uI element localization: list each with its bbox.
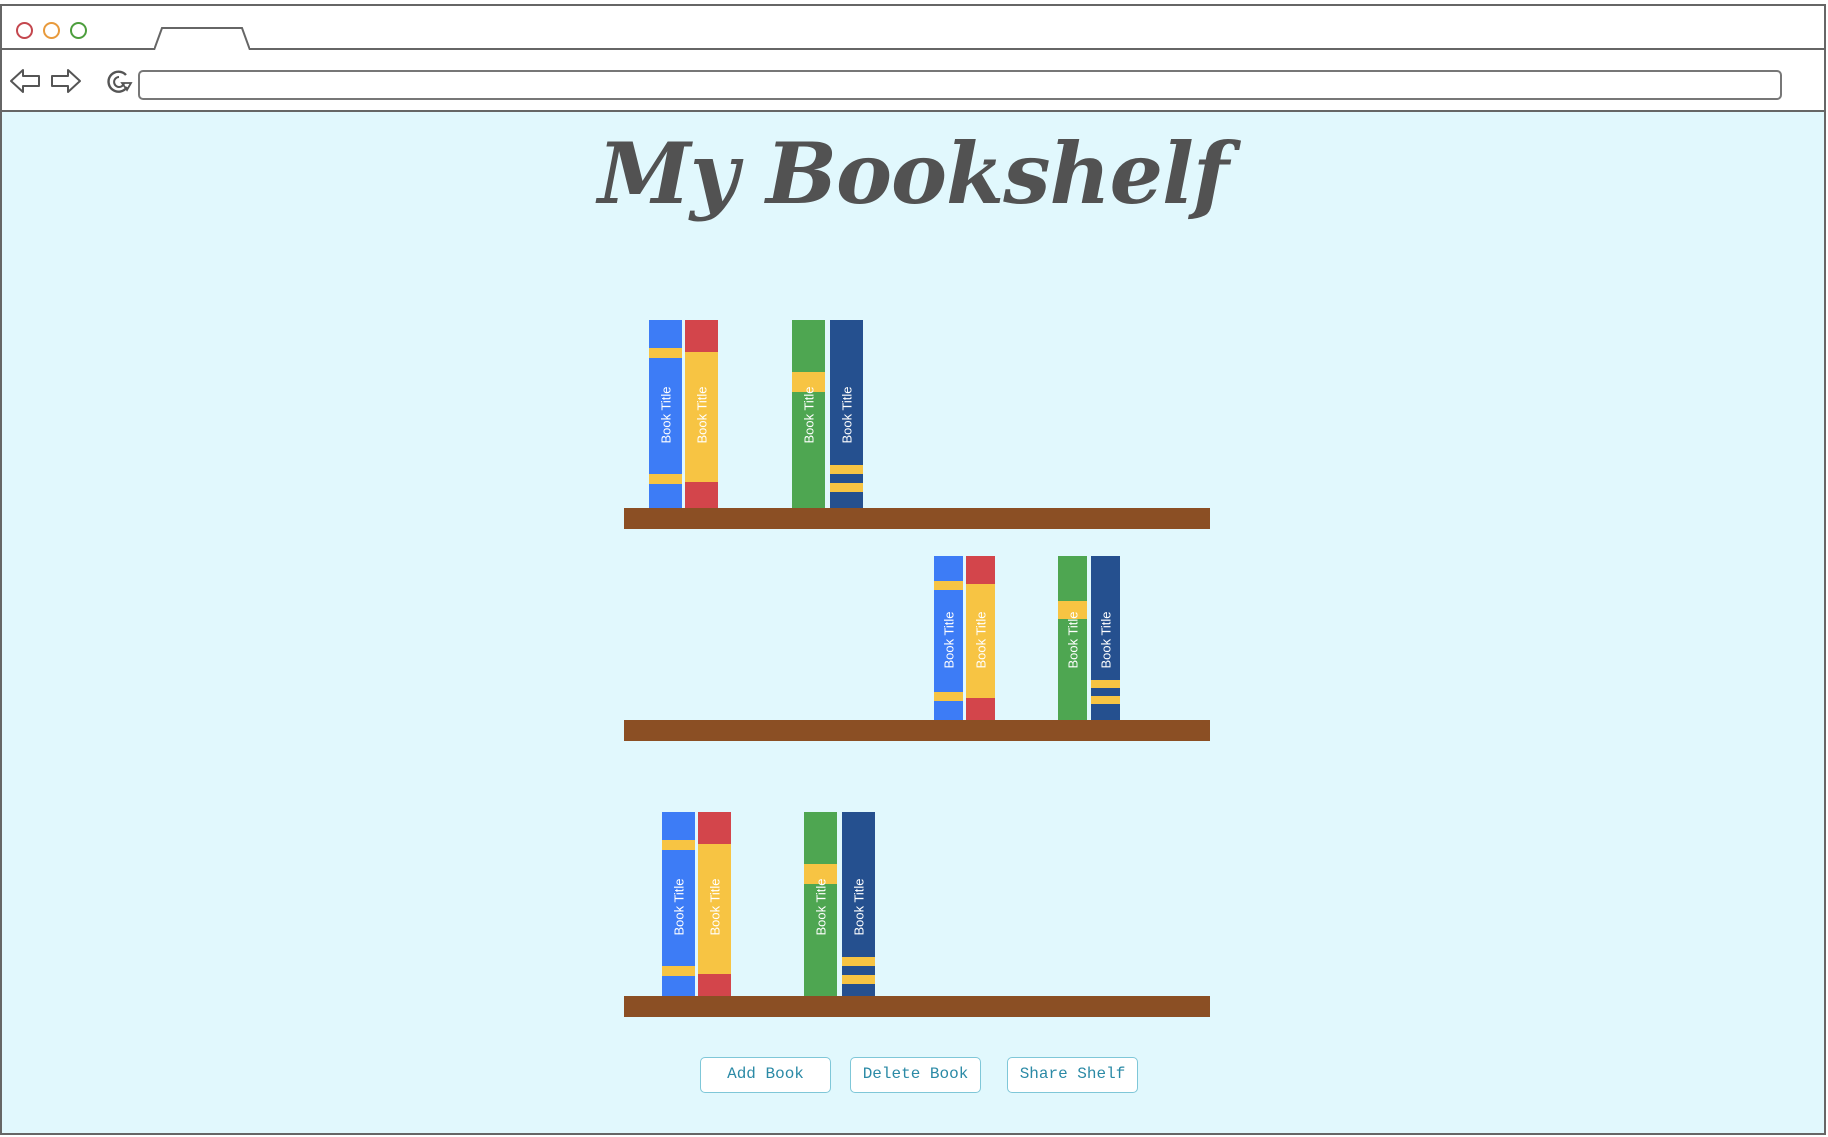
minimize-window-icon[interactable]: [43, 22, 60, 39]
title-bar: [2, 6, 1824, 50]
shelf-3: [624, 996, 1210, 1017]
book-band: [685, 482, 718, 510]
book-band: [649, 474, 682, 484]
book-band: [842, 975, 875, 984]
shelf-1: [624, 508, 1210, 529]
book-blue[interactable]: Book Title: [662, 812, 695, 1002]
maximize-window-icon[interactable]: [70, 22, 87, 39]
forward-arrow-icon[interactable]: [49, 66, 83, 96]
book-band: [830, 465, 863, 474]
book-title-label: Book Title: [941, 611, 956, 669]
book-title-label: Book Title: [694, 386, 709, 444]
book-band: [934, 581, 963, 590]
book-band: [830, 483, 863, 492]
book-title-label: Book Title: [801, 386, 816, 444]
book-band: [685, 320, 718, 352]
book-title-label: Book Title: [1065, 611, 1080, 669]
book-title-label: Book Title: [1098, 611, 1113, 669]
share-shelf-button[interactable]: Share Shelf: [1007, 1057, 1138, 1093]
book-title-label: Book Title: [658, 386, 673, 444]
book-title-label: Book Title: [671, 878, 686, 936]
book-navy[interactable]: Book Title: [830, 320, 863, 510]
delete-book-button[interactable]: Delete Book: [850, 1057, 981, 1093]
url-input[interactable]: [138, 70, 1782, 100]
close-window-icon[interactable]: [16, 22, 33, 39]
book-band: [1091, 696, 1120, 704]
book-navy[interactable]: Book Title: [1091, 556, 1120, 724]
book-yellow[interactable]: Book Title: [685, 320, 718, 510]
book-title-label: Book Title: [839, 386, 854, 444]
book-band: [842, 957, 875, 966]
book-title-label: Book Title: [973, 611, 988, 669]
book-band: [662, 840, 695, 850]
book-title-label: Book Title: [813, 878, 828, 936]
browser-window: My Bookshelf Book Title Book Title Book …: [0, 4, 1826, 1135]
book-band: [966, 556, 995, 584]
book-title-label: Book Title: [851, 878, 866, 936]
browser-tab[interactable]: [154, 26, 250, 50]
shelf-2: [624, 720, 1210, 741]
book-yellow[interactable]: Book Title: [966, 556, 995, 724]
book-yellow[interactable]: Book Title: [698, 812, 731, 1002]
book-navy[interactable]: Book Title: [842, 812, 875, 1002]
book-blue[interactable]: Book Title: [934, 556, 963, 724]
refresh-icon[interactable]: [102, 66, 136, 96]
address-bar: [2, 50, 1824, 112]
add-book-button[interactable]: Add Book: [700, 1057, 831, 1093]
book-green[interactable]: Book Title: [804, 812, 837, 1002]
book-band: [698, 812, 731, 844]
book-green[interactable]: Book Title: [1058, 556, 1087, 724]
back-arrow-icon[interactable]: [8, 66, 42, 96]
book-title-label: Book Title: [707, 878, 722, 936]
book-band: [1091, 680, 1120, 688]
book-band: [649, 348, 682, 358]
book-blue[interactable]: Book Title: [649, 320, 682, 510]
page-title: My Bookshelf: [597, 124, 1229, 223]
book-band: [662, 966, 695, 976]
book-green[interactable]: Book Title: [792, 320, 825, 510]
book-band: [934, 692, 963, 701]
